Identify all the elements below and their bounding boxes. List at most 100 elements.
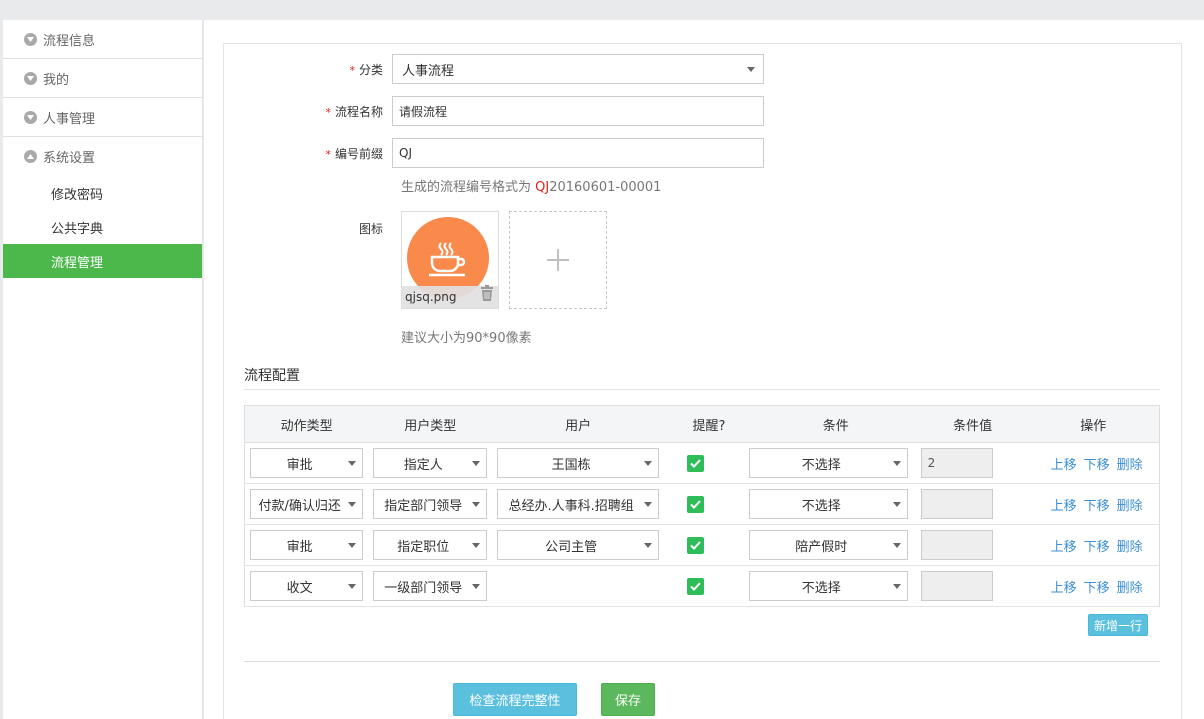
main-content: *分类 人事流程 *流程名称 *编号前缀 生成的流程编号格式为 QJ201606… xyxy=(204,20,1204,719)
caret-down-icon xyxy=(472,543,481,548)
chevron-down-icon xyxy=(24,110,37,124)
category-row: * 分类 人事流程 xyxy=(224,54,764,84)
caret-down-icon xyxy=(643,543,652,548)
caret-down-icon xyxy=(747,67,755,72)
condition-value-input[interactable] xyxy=(920,571,993,601)
check-integrity-button[interactable]: 检查流程完整性 xyxy=(453,683,577,716)
column-header: 提醒? xyxy=(663,405,754,443)
user-type-select[interactable]: 一级部门领导 xyxy=(373,571,488,601)
add-row-button[interactable]: 新增一行 xyxy=(1088,614,1148,636)
move-down-link[interactable]: 下移 xyxy=(1084,499,1110,514)
table-row: 付款/确认归还 指定部门领导 总经办.人事科.招聘组 不选择 上移 下移 删除 xyxy=(244,483,1160,525)
process-name-input[interactable] xyxy=(392,96,764,126)
sidebar-group-label: 系统设置 xyxy=(43,151,96,166)
divider xyxy=(244,661,1160,662)
sidebar-group-label: 流程信息 xyxy=(43,33,96,49)
plus-icon xyxy=(547,249,569,271)
sidebar-group-mine[interactable]: 我的 xyxy=(3,59,202,98)
action-type-select[interactable]: 审批 xyxy=(250,448,364,478)
move-up-link[interactable]: 上移 xyxy=(1051,581,1077,596)
condition-select[interactable]: 不选择 xyxy=(748,489,908,519)
user-type-select[interactable]: 指定部门领导 xyxy=(373,489,488,519)
remind-checkbox[interactable] xyxy=(686,495,704,513)
sidebar-group-label: 我的 xyxy=(43,72,70,88)
sidebar-item-change-password[interactable]: 修改密码 xyxy=(3,176,202,210)
user-type-select[interactable]: 指定人 xyxy=(373,448,488,478)
condition-select[interactable]: 不选择 xyxy=(748,448,908,478)
add-icon-button[interactable] xyxy=(509,211,607,309)
name-row: * 流程名称 xyxy=(224,96,764,126)
format-hint: 生成的流程编号格式为 QJ20160601-00001 xyxy=(401,180,662,195)
sidebar-group-settings[interactable]: 系统设置 xyxy=(3,137,202,176)
chevron-up-icon xyxy=(24,150,37,163)
action-type-select[interactable]: 收文 xyxy=(250,571,364,601)
remind-checkbox[interactable] xyxy=(686,454,704,472)
category-select[interactable]: 人事流程 xyxy=(392,54,764,84)
caret-down-icon xyxy=(348,502,357,507)
required-mark: * xyxy=(349,63,355,77)
icon-label: 图标 xyxy=(358,222,383,236)
trash-icon[interactable] xyxy=(480,285,494,305)
table-row: 收文 一级部门领导 不选择 上移 下移 删除 xyxy=(244,565,1160,607)
condition-select[interactable]: 不选择 xyxy=(748,571,908,601)
move-down-link[interactable]: 下移 xyxy=(1084,581,1110,596)
remind-checkbox[interactable] xyxy=(686,577,704,595)
prefix-label: 编号前缀 xyxy=(334,146,383,161)
condition-value-input[interactable] xyxy=(920,489,993,519)
required-mark: * xyxy=(325,105,331,119)
delete-link[interactable]: 删除 xyxy=(1117,458,1143,473)
column-header: 条件 xyxy=(753,405,918,443)
user-select[interactable]: 总经办.人事科.招聘组 xyxy=(497,489,659,519)
condition-value-input[interactable]: 2 xyxy=(920,448,993,478)
caret-down-icon xyxy=(892,584,901,589)
caret-down-icon xyxy=(472,502,481,507)
condition-select[interactable]: 陪产假时 xyxy=(748,530,908,560)
action-type-select[interactable]: 付款/确认归还 xyxy=(250,489,364,519)
move-up-link[interactable]: 上移 xyxy=(1051,458,1077,473)
prefix-row: * 编号前缀 xyxy=(224,138,764,168)
table-row: 审批 指定职位 公司主管 陪产假时 上移 下移 删除 xyxy=(244,524,1160,566)
move-down-link[interactable]: 下移 xyxy=(1084,540,1110,555)
condition-value-input[interactable] xyxy=(920,530,993,560)
name-label: 流程名称 xyxy=(334,104,383,119)
table-header-row: 动作类型 用户类型 用户 提醒? 条件 条件值 操作 xyxy=(244,405,1160,443)
caret-down-icon xyxy=(472,461,481,466)
caret-down-icon xyxy=(892,543,901,548)
remind-checkbox[interactable] xyxy=(686,536,704,554)
user-select[interactable]: 王国栋 xyxy=(497,448,659,478)
user-type-select[interactable]: 指定职位 xyxy=(373,530,488,560)
process-config-table: 动作类型 用户类型 用户 提醒? 条件 条件值 操作 审批 指定人 王国栋 不选… xyxy=(244,405,1160,607)
chevron-down-icon xyxy=(24,71,37,85)
move-up-link[interactable]: 上移 xyxy=(1051,499,1077,514)
icon-preview[interactable]: qjsq.png xyxy=(401,211,499,309)
delete-link[interactable]: 删除 xyxy=(1117,581,1143,596)
sidebar-item-process-management[interactable]: 流程管理 xyxy=(3,244,202,278)
sidebar-group-hr[interactable]: 人事管理 xyxy=(3,98,202,137)
sidebar-group-process-info[interactable]: 流程信息 xyxy=(3,20,202,59)
column-header: 用户类型 xyxy=(368,405,493,443)
sidebar-group-label: 人事管理 xyxy=(43,111,96,127)
icon-size-hint: 建议大小为90*90像素 xyxy=(401,331,532,346)
table-row: 审批 指定人 王国栋 不选择 2 上移 下移 删除 xyxy=(244,442,1160,484)
sidebar: 流程信息 我的 人事管理 系统设置 修改密码 公共字典 流程管理 xyxy=(3,20,203,719)
icon-label-row: 图标 xyxy=(224,220,392,237)
caret-down-icon xyxy=(892,502,901,507)
user-select[interactable]: 公司主管 xyxy=(497,530,659,560)
divider xyxy=(244,389,1160,390)
save-button[interactable]: 保存 xyxy=(601,683,655,716)
delete-link[interactable]: 删除 xyxy=(1117,499,1143,514)
move-up-link[interactable]: 上移 xyxy=(1051,540,1077,555)
column-header: 用户 xyxy=(492,405,664,443)
category-label: 分类 xyxy=(358,62,383,77)
delete-link[interactable]: 删除 xyxy=(1117,540,1143,555)
prefix-input[interactable] xyxy=(392,138,764,168)
caret-down-icon xyxy=(643,461,652,466)
caret-down-icon xyxy=(643,502,652,507)
sidebar-item-public-dictionary[interactable]: 公共字典 xyxy=(3,210,202,244)
move-down-link[interactable]: 下移 xyxy=(1084,458,1110,473)
action-type-select[interactable]: 审批 xyxy=(250,530,364,560)
caret-down-icon xyxy=(348,543,357,548)
caret-down-icon xyxy=(472,584,481,589)
category-value: 人事流程 xyxy=(402,63,455,79)
column-header: 条件值 xyxy=(917,405,1028,443)
